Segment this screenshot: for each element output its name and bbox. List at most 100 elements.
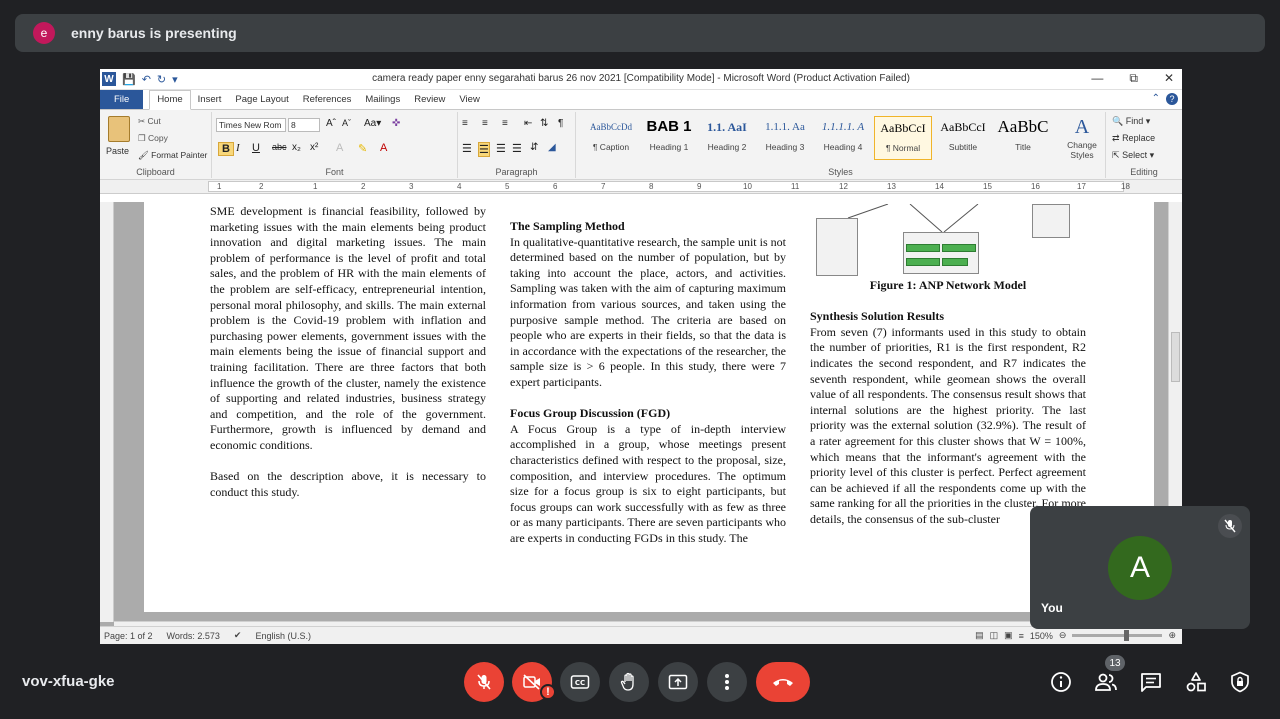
replace-button[interactable]: ⇄ Replace [1112,133,1155,144]
font-size-select[interactable]: 8 [288,118,320,132]
subscript-button[interactable]: x₂ [292,142,301,153]
font-name-select[interactable]: Times New Rom [216,118,286,132]
tab-mailings[interactable]: Mailings [358,94,407,109]
full-screen-reading-icon[interactable]: ◫ [990,630,999,641]
italic-button[interactable]: I [236,142,240,154]
body-paragraph: In qualitative-quantitative research, th… [510,234,786,389]
ribbon-collapse-icon[interactable]: ⌃ [1152,93,1160,105]
sort-icon[interactable]: ⇅ [540,118,548,129]
style-normal[interactable]: AaBbCcI ¶ Normal [874,116,932,160]
underline-button[interactable]: U [252,142,260,154]
qat-dropdown-icon[interactable]: ▾ [172,73,178,86]
find-button[interactable]: 🔍 Find ▾ [1112,116,1150,127]
outline-icon[interactable]: ≡ [1019,631,1024,641]
chat-button[interactable] [1137,668,1165,696]
highlight-icon[interactable]: ✎ [358,142,367,155]
page-count[interactable]: Page: 1 of 2 [104,631,153,641]
zoom-in-icon[interactable]: ⊕ [1168,630,1176,641]
style-subtitle[interactable]: AaBbCcI Subtitle [934,116,992,160]
shrink-font-icon[interactable]: Aˇ [342,118,351,128]
minimize-icon[interactable]: — [1091,71,1103,86]
undo-icon[interactable]: ↶ [142,73,151,86]
justify-icon[interactable]: ☰ [512,142,522,155]
proofing-icon[interactable]: ✔ [234,630,242,641]
clear-formatting-icon[interactable]: ✜ [392,118,400,129]
grow-font-icon[interactable]: Aˆ [326,118,336,129]
change-styles-button[interactable]: A Change Styles [1060,116,1104,160]
font-color-icon[interactable]: A [380,142,387,154]
presenting-text: enny barus is presenting [71,25,237,41]
captions-button[interactable]: CC [560,662,600,702]
style-heading-3[interactable]: 1.1.1. Aa Heading 3 [756,116,814,160]
tab-insert[interactable]: Insert [191,94,229,109]
zoom-out-icon[interactable]: ⊖ [1059,630,1067,641]
tab-references[interactable]: References [296,94,359,109]
print-layout-icon[interactable]: ▤ [975,630,984,641]
column-2: The Sampling Method In qualitative-quant… [510,219,786,546]
tab-file[interactable]: File [100,90,144,109]
tab-view[interactable]: View [452,94,486,109]
superscript-button[interactable]: x² [310,142,318,153]
word-count[interactable]: Words: 2.573 [167,631,220,641]
zoom-knob[interactable] [1124,630,1130,641]
style-heading-1[interactable]: BAB 1 Heading 1 [640,116,698,160]
style-caption[interactable]: AaBbCcDd ¶ Caption [582,116,640,160]
anp-network-figure [810,203,1086,278]
self-view-tile[interactable]: A You [1030,506,1250,629]
present-button[interactable] [658,662,698,702]
line-spacing-icon[interactable]: ⇵ [530,142,538,153]
host-controls-button[interactable] [1226,668,1254,696]
figure-node [816,218,858,276]
style-heading-2[interactable]: 1.1. AaI Heading 2 [698,116,756,160]
copy-button[interactable]: ❐ Copy [138,133,168,144]
style-heading-4[interactable]: 1.1.1.1. A Heading 4 [814,116,872,160]
tab-page-layout[interactable]: Page Layout [228,94,295,109]
language[interactable]: English (U.S.) [255,631,311,641]
restore-icon[interactable]: ⧉ [1129,71,1138,86]
zoom-level[interactable]: 150% [1030,631,1053,641]
paragraph-label: Paragraph [495,167,538,177]
tab-review[interactable]: Review [407,94,452,109]
font-label: Font [325,167,344,177]
align-center-icon[interactable]: ☰ [478,142,490,157]
figure-node [1032,204,1070,238]
style-title[interactable]: AaBbC Title [994,116,1052,160]
bullets-icon[interactable]: ≡ [462,118,468,129]
meeting-info-button[interactable] [1047,668,1075,696]
paste-icon[interactable] [108,116,130,142]
multilevel-list-icon[interactable]: ≡ [502,118,508,129]
close-icon[interactable]: ✕ [1164,71,1174,86]
figure-node [942,258,968,266]
save-icon[interactable]: 💾 [122,73,136,86]
select-button[interactable]: ⇱ Select ▾ [1112,150,1154,161]
scroll-thumb[interactable] [1171,332,1180,382]
more-options-button[interactable] [707,662,747,702]
align-left-icon[interactable]: ☰ [462,142,472,155]
tab-home[interactable]: Home [149,90,191,110]
cut-button[interactable]: ✂ Cut [138,116,161,127]
document-page[interactable]: SME development is financial feasibility… [144,202,1154,612]
zoom-slider[interactable] [1072,630,1163,641]
raise-hand-button[interactable] [609,662,649,702]
help-icon[interactable]: ? [1166,93,1178,105]
redo-icon[interactable]: ↻ [157,73,166,86]
more-icon [725,674,729,690]
leave-call-button[interactable] [756,662,810,702]
people-button[interactable] [1092,668,1120,696]
bold-button[interactable]: B [218,142,234,156]
replace-icon: ⇄ [1112,133,1120,143]
strikethrough-button[interactable]: abc [272,142,287,152]
copy-icon: ❐ [138,133,146,143]
shading-icon[interactable]: ◢ [548,142,556,153]
format-painter-button[interactable]: 🖌 Format Painter [138,150,207,161]
activities-button[interactable] [1182,668,1210,696]
text-effects-icon[interactable]: A [336,142,343,154]
pilcrow-icon[interactable]: ¶ [558,118,563,129]
mic-toggle-button[interactable] [464,662,504,702]
change-case-icon[interactable]: Aa▾ [364,118,381,129]
align-right-icon[interactable]: ☰ [496,142,506,155]
web-layout-icon[interactable]: ▣ [1004,630,1013,641]
paste-button[interactable]: Paste [106,146,129,156]
numbering-icon[interactable]: ≡ [482,118,488,129]
decrease-indent-icon[interactable]: ⇤ [524,118,532,129]
